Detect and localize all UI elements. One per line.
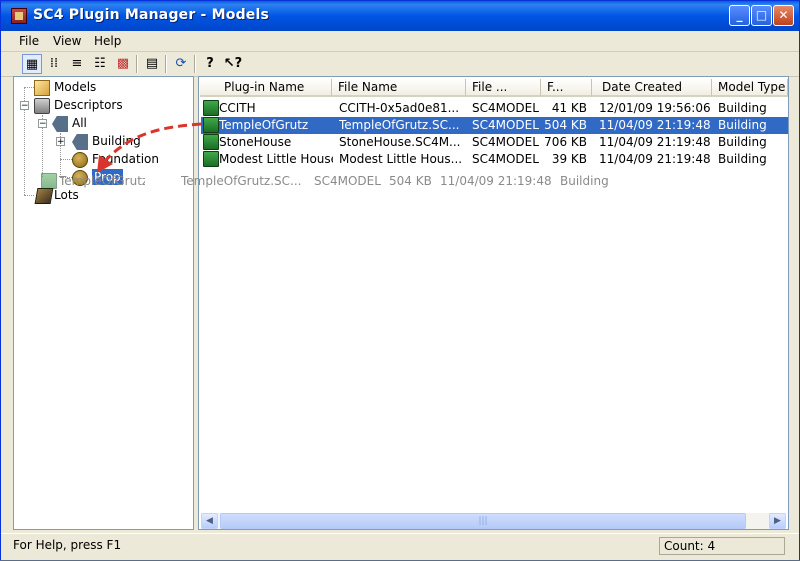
window-title: SC4 Plugin Manager - Models — [33, 7, 270, 23]
scrollbar-thumb[interactable]: ||| — [220, 513, 746, 529]
column-file-type[interactable]: File ... — [466, 79, 541, 97]
tree-item-all[interactable]: All — [72, 115, 87, 131]
expand-building-icon[interactable]: + — [56, 137, 65, 147]
cell-plugin-name: Modest Little House — [219, 152, 333, 166]
cell-file-name: TempleOfGrutz.SC... — [339, 118, 460, 132]
cell-file-size: 41 KB — [551, 101, 587, 115]
menu-help[interactable]: Help — [94, 34, 121, 48]
toolbar-separator — [136, 55, 138, 73]
ghost-file-type: SC4MODEL — [314, 174, 381, 188]
collapse-all-icon[interactable]: − — [38, 119, 47, 129]
tree-item-descriptors[interactable]: Descriptors — [54, 97, 123, 113]
ghost-file-size: 504 KB — [389, 174, 432, 188]
cell-date-created: 11/04/09 21:19:48 — [599, 152, 711, 166]
model-icon — [203, 151, 219, 167]
cell-file-type: SC4MODEL — [472, 152, 539, 166]
small-icons-view-icon[interactable]: ⁞⁞ — [44, 54, 64, 74]
list-pane[interactable]: Plug-in Name File Name File ... F... Dat… — [198, 76, 789, 530]
list-view-icon[interactable]: ≡ — [67, 54, 87, 74]
toolbar-separator — [194, 55, 196, 73]
lots-icon — [34, 188, 54, 204]
ghost-date-created: 11/04/09 21:19:48 — [440, 174, 552, 188]
ghost-plugin-name: TempleOfGrutz — [59, 174, 145, 188]
scroll-right-icon[interactable]: ▶ — [769, 513, 786, 529]
foundation-icon — [72, 152, 88, 168]
toolbar: ▦ ⁞⁞ ≡ ☷ ▩ ▤ ⟳ ? ↖? — [1, 52, 799, 77]
table-row-selected[interactable]: TempleOfGrutz TempleOfGrutz.SC... SC4MOD… — [201, 117, 788, 134]
ghost-file-name: TempleOfGrutz.SC... — [181, 174, 302, 188]
cell-file-size: 504 KB — [544, 118, 587, 132]
table-row[interactable]: Modest Little House Modest Little Hous..… — [201, 151, 788, 168]
color-grid-icon[interactable]: ▩ — [113, 54, 133, 74]
cell-file-type: SC4MODEL — [472, 101, 539, 115]
status-help-text: For Help, press F1 — [13, 538, 122, 552]
column-file-name[interactable]: File Name — [332, 79, 466, 97]
cell-model-type: Building — [718, 101, 767, 115]
cell-file-type: SC4MODEL — [472, 118, 539, 132]
context-help-icon[interactable]: ↖? — [223, 54, 243, 74]
cell-model-type: Building — [718, 118, 767, 132]
ghost-model-type: Building — [560, 174, 609, 188]
tree-connector — [60, 159, 72, 160]
column-file-size[interactable]: F... — [541, 79, 592, 97]
drag-ghost: TempleOfGrutz TempleOfGrutz.SC... SC4MOD… — [41, 172, 641, 190]
tree-item-building[interactable]: Building — [92, 133, 141, 149]
table-row[interactable]: CCITH CCITH-0x5ad0e81... SC4MODEL 41 KB … — [201, 100, 788, 117]
tree-connector — [24, 87, 34, 88]
toolbar-separator — [165, 55, 167, 73]
main-window: SC4 Plugin Manager - Models _ □ ✕ File V… — [0, 0, 800, 560]
model-icon — [203, 100, 219, 116]
cell-plugin-name: TempleOfGrutz — [219, 118, 309, 132]
tree-pane[interactable]: Models − Descriptors − All + Building Fo… — [13, 76, 194, 530]
column-date-created[interactable]: Date Created — [592, 79, 712, 97]
app-icon — [11, 8, 27, 24]
refresh-icon[interactable]: ⟳ — [171, 54, 191, 74]
menu-bar: File View Help — [1, 31, 799, 52]
building-tag-icon — [72, 134, 88, 150]
cell-plugin-name: CCITH — [219, 101, 256, 115]
cell-date-created: 11/04/09 21:19:48 — [599, 118, 711, 132]
tree-item-foundation[interactable]: Foundation — [92, 151, 159, 167]
cell-model-type: Building — [718, 135, 767, 149]
collapse-descriptors-icon[interactable]: − — [20, 101, 29, 111]
column-plugin-name[interactable]: Plug-in Name — [200, 79, 332, 97]
model-icon — [203, 117, 219, 133]
cell-plugin-name: StoneHouse — [219, 135, 292, 149]
cell-file-name: StoneHouse.SC4M... — [339, 135, 461, 149]
scroll-left-icon[interactable]: ◀ — [201, 513, 218, 529]
models-icon — [34, 80, 50, 96]
minimize-button[interactable]: _ — [729, 5, 750, 26]
tree-connector — [24, 195, 34, 196]
all-tag-icon — [52, 116, 68, 132]
tree-item-models[interactable]: Models — [54, 79, 96, 95]
cell-file-name: CCITH-0x5ad0e81... — [339, 101, 460, 115]
close-button[interactable]: ✕ — [773, 5, 794, 26]
details-view-icon[interactable]: ☷ — [90, 54, 110, 74]
column-model-type[interactable]: Model Type — [712, 79, 788, 97]
large-icons-view-icon[interactable]: ▦ — [22, 54, 42, 74]
cell-file-size: 706 KB — [544, 135, 587, 149]
title-bar[interactable]: SC4 Plugin Manager - Models _ □ ✕ — [1, 1, 799, 31]
cell-model-type: Building — [718, 152, 767, 166]
maximize-button[interactable]: □ — [751, 5, 772, 26]
cell-date-created: 12/01/09 19:56:06 — [599, 101, 711, 115]
horizontal-scrollbar[interactable]: ◀ ||| ▶ — [201, 513, 786, 529]
model-icon — [203, 134, 219, 150]
cell-file-size: 39 KB — [551, 152, 587, 166]
table-row[interactable]: StoneHouse StoneHouse.SC4M... SC4MODEL 7… — [201, 134, 788, 151]
menu-file[interactable]: File — [19, 34, 39, 48]
cell-date-created: 11/04/09 21:19:48 — [599, 135, 711, 149]
cell-file-name: Modest Little Hous... — [339, 152, 463, 166]
help-icon[interactable]: ? — [200, 54, 220, 74]
descriptors-icon — [34, 98, 50, 114]
dragged-model-icon — [41, 173, 57, 189]
status-bar: For Help, press F1 Count: 4 — [1, 533, 799, 560]
status-count: Count: 4 — [659, 537, 785, 555]
properties-icon[interactable]: ▤ — [142, 54, 162, 74]
cell-file-type: SC4MODEL — [472, 135, 539, 149]
menu-view[interactable]: View — [53, 34, 81, 48]
